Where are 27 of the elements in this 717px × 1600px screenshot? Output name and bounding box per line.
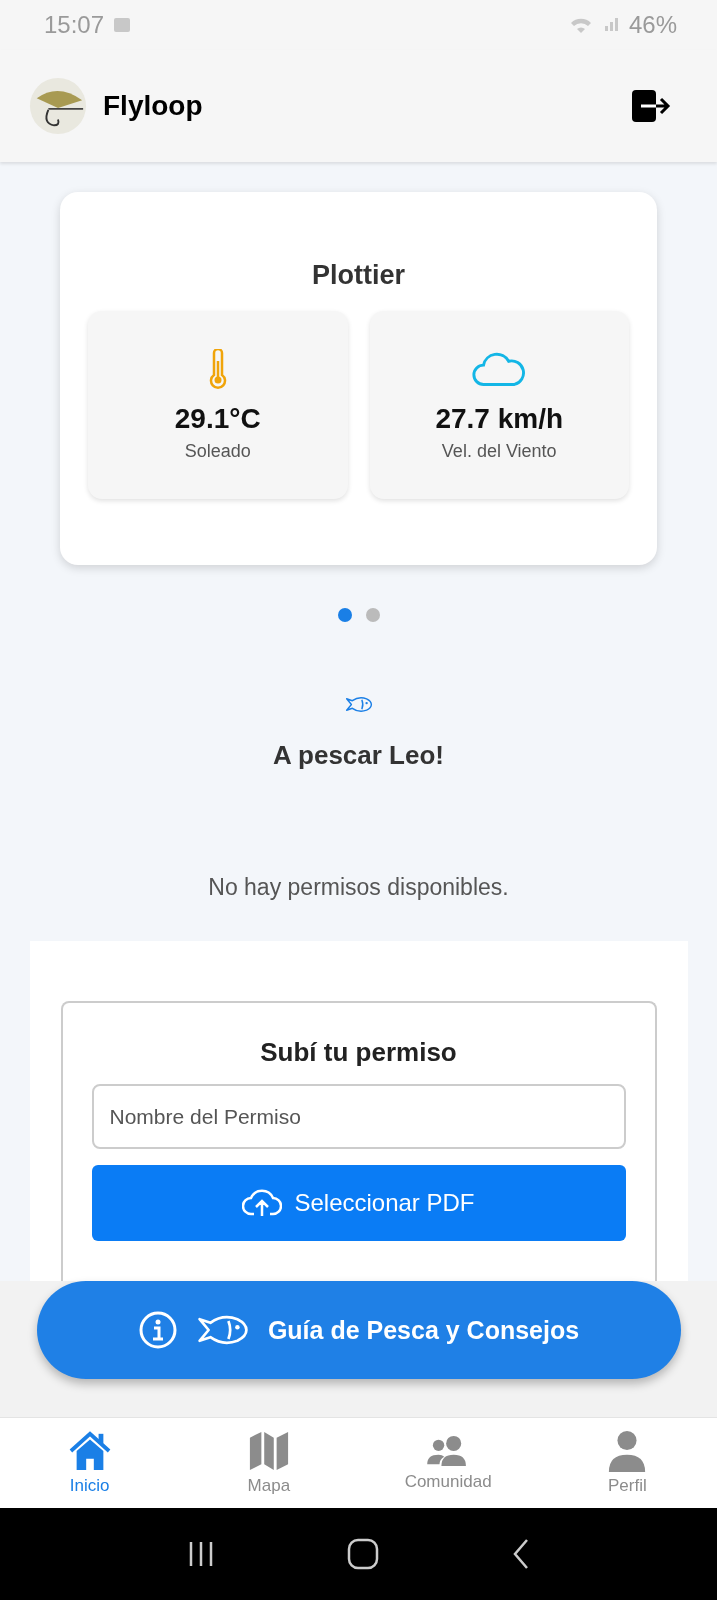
greeting: A pescar Leo! [273,740,444,771]
nav-tab[interactable]: Perfil [537,1418,717,1508]
empty-message: No hay permisos disponibles. [208,874,509,901]
location-name: Plottier [312,260,405,291]
carousel-dot[interactable] [365,608,380,622]
battery-level: 46% [628,11,677,39]
info-icon [137,1310,178,1350]
home-button-icon[interactable] [347,1538,380,1570]
user-icon [607,1430,648,1472]
fishing-guide-button[interactable]: Guía de Pesca y Consejos [36,1281,681,1379]
nav-tab[interactable]: Mapa [179,1418,359,1508]
permit-name-field[interactable]: Nombre del Permiso [91,1084,626,1149]
cloud-upload-icon [242,1188,283,1218]
map-icon [247,1430,290,1472]
upload-title: Subí tu permiso [260,1037,457,1068]
weather-value: 29.1°C [174,402,261,435]
weather-label: Soleado [184,440,251,462]
nav-tab[interactable]: Inicio [0,1418,180,1508]
weather-label: Vel. del Viento [441,440,557,462]
status-time: 15:07 [44,11,105,39]
carousel-dot[interactable] [337,608,352,622]
fly-logo-icon [29,77,87,135]
nav-tab[interactable]: Comunidad [358,1418,538,1508]
select-pdf-button[interactable]: Seleccionar PDF [91,1165,626,1241]
weather-value: 27.7 km/h [435,402,564,435]
app-title: Flyloop [103,90,203,122]
logout-icon[interactable] [631,89,671,123]
